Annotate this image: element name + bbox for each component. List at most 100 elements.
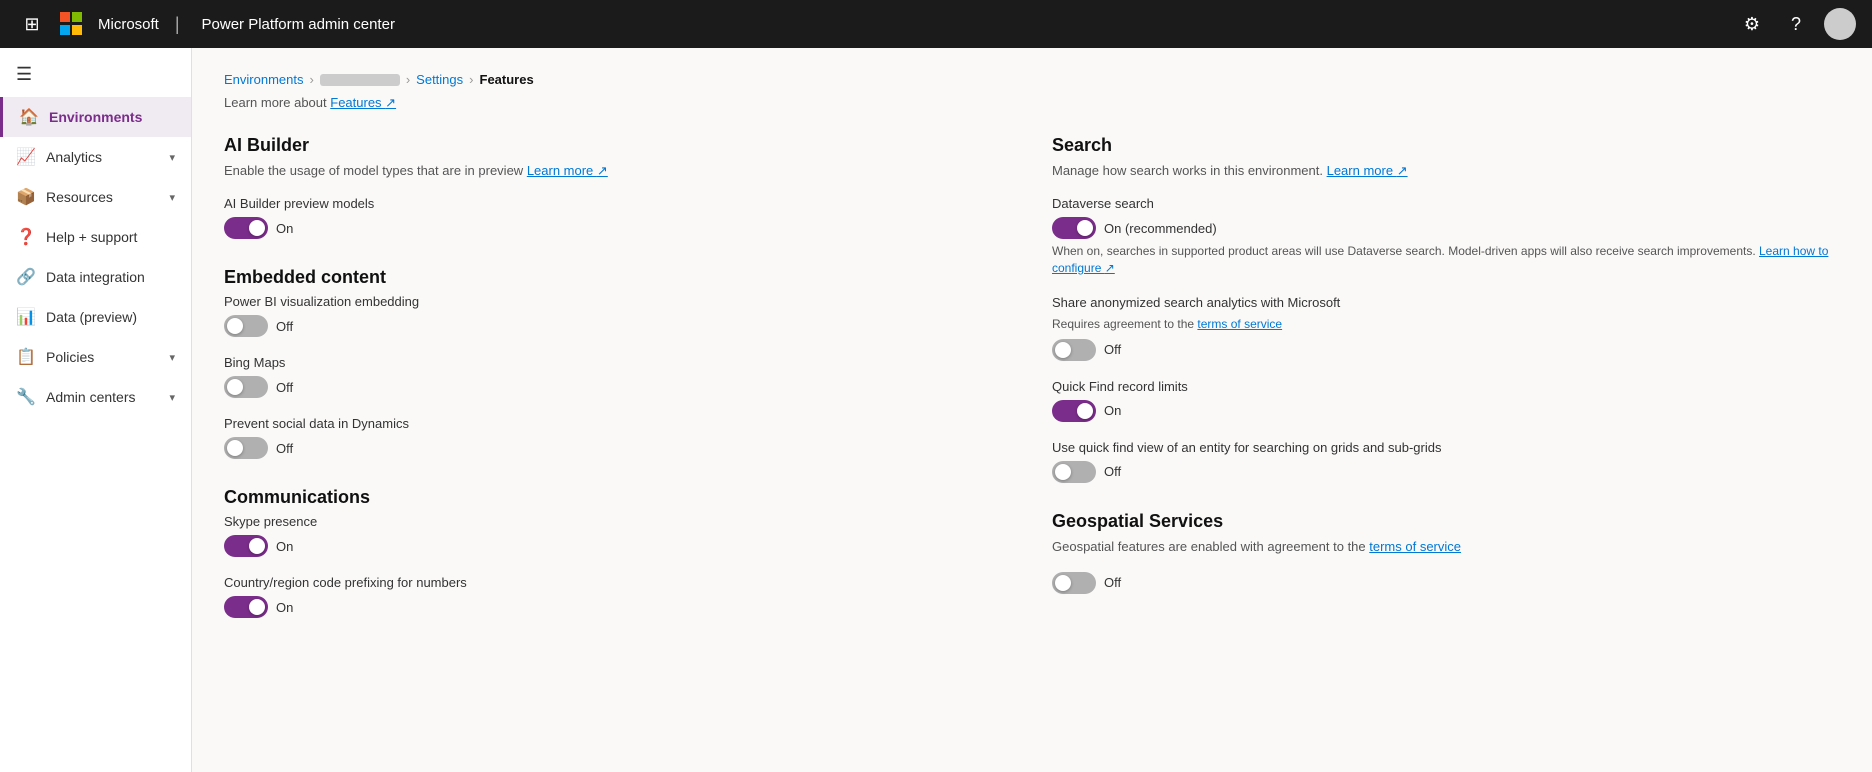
bing-maps-status: Off <box>276 380 293 395</box>
breadcrumb-features: Features <box>480 72 534 87</box>
skype-presence-toggle[interactable] <box>224 535 268 557</box>
ai-builder-preview-status: On <box>276 221 293 236</box>
sidebar-item-data-preview[interactable]: 📊 Data (preview) <box>0 297 191 337</box>
power-bi-embed-toggle[interactable] <box>224 315 268 337</box>
sidebar-item-label: Help + support <box>46 229 137 245</box>
quick-find-view-toggle[interactable] <box>1052 461 1096 483</box>
geospatial-toggle[interactable] <box>1052 572 1096 594</box>
country-code-label: Country/region code prefixing for number… <box>224 575 1012 590</box>
search-section: Search Manage how search works in this e… <box>1052 135 1840 483</box>
sidebar-item-label: Analytics <box>46 149 102 165</box>
data-preview-icon: 📊 <box>16 307 36 327</box>
chevron-down-icon: ▾ <box>169 151 175 164</box>
help-icon[interactable]: ? <box>1780 8 1812 40</box>
learn-more-prefix: Learn more about <box>224 95 327 110</box>
admin-centers-icon: 🔧 <box>16 387 36 407</box>
user-avatar[interactable] <box>1824 8 1856 40</box>
breadcrumb-env-name <box>320 74 400 86</box>
breadcrumb-settings[interactable]: Settings <box>416 72 463 87</box>
dataverse-search-subdesc: When on, searches in supported product a… <box>1052 243 1840 277</box>
country-code-toggle-group: Country/region code prefixing for number… <box>224 575 1012 618</box>
geospatial-section: Geospatial Services Geospatial features … <box>1052 511 1840 594</box>
external-link-icon: ↗ <box>1397 163 1408 178</box>
breadcrumb-environments[interactable]: Environments <box>224 72 303 87</box>
embedded-content-title: Embedded content <box>224 267 1012 288</box>
external-link-icon: ↗ <box>1105 261 1115 275</box>
breadcrumb: Environments › › Settings › Features <box>224 72 1840 87</box>
dataverse-search-status: On (recommended) <box>1104 221 1217 236</box>
power-bi-embed-status: Off <box>276 319 293 334</box>
sidebar-item-label: Resources <box>46 189 113 205</box>
learn-more-row: Learn more about Features ↗ <box>224 95 1840 111</box>
share-search-analytics-toggle-group: Share anonymized search analytics with M… <box>1052 295 1840 361</box>
sidebar-hamburger[interactable]: ☰ <box>0 56 191 97</box>
quick-find-limits-status: On <box>1104 403 1121 418</box>
search-learn-more-link[interactable]: Learn more ↗ <box>1327 163 1408 178</box>
communications-title: Communications <box>224 487 1012 508</box>
geospatial-toggle-group: Off <box>1052 572 1840 594</box>
sidebar-item-policies[interactable]: 📋 Policies ▾ <box>0 337 191 377</box>
sidebar-item-help-support[interactable]: ❓ Help + support <box>0 217 191 257</box>
share-search-analytics-toggle[interactable] <box>1052 339 1096 361</box>
chevron-down-icon: ▾ <box>169 351 175 364</box>
country-code-toggle[interactable] <box>224 596 268 618</box>
ai-builder-preview-toggle-group: AI Builder preview models On <box>224 196 1012 239</box>
terms-of-service-link-1[interactable]: terms of service <box>1197 317 1282 331</box>
prevent-social-label: Prevent social data in Dynamics <box>224 416 1012 431</box>
microsoft-logo <box>60 12 84 36</box>
sidebar-item-data-integration[interactable]: 🔗 Data integration <box>0 257 191 297</box>
share-search-analytics-status: Off <box>1104 342 1121 357</box>
search-desc: Manage how search works in this environm… <box>1052 162 1840 180</box>
main-content: Environments › › Settings › Features Lea… <box>192 48 1872 772</box>
settings-icon[interactable]: ⚙ <box>1736 8 1768 40</box>
ai-builder-desc: Enable the usage of model types that are… <box>224 162 1012 180</box>
data-integration-icon: 🔗 <box>16 267 36 287</box>
search-title: Search <box>1052 135 1840 156</box>
share-search-analytics-sublabel: Requires agreement to the terms of servi… <box>1052 316 1840 333</box>
topbar: ⊞ Microsoft | Power Platform admin cente… <box>0 0 1872 48</box>
help-support-icon: ❓ <box>16 227 36 247</box>
app-name: Power Platform admin center <box>202 16 395 33</box>
quick-find-limits-toggle-group: Quick Find record limits On <box>1052 379 1840 422</box>
sidebar-item-label: Admin centers <box>46 389 135 405</box>
sidebar-item-label: Policies <box>46 349 94 365</box>
sidebar-item-admin-centers[interactable]: 🔧 Admin centers ▾ <box>0 377 191 417</box>
geospatial-title: Geospatial Services <box>1052 511 1840 532</box>
policies-icon: 📋 <box>16 347 36 367</box>
dataverse-search-label: Dataverse search <box>1052 196 1840 211</box>
analytics-icon: 📈 <box>16 147 36 167</box>
learn-how-to-configure-link[interactable]: Learn how to configure ↗ <box>1052 244 1828 275</box>
bing-maps-toggle[interactable] <box>224 376 268 398</box>
sidebar-item-resources[interactable]: 📦 Resources ▾ <box>0 177 191 217</box>
country-code-status: On <box>276 600 293 615</box>
environments-icon: 🏠 <box>19 107 39 127</box>
power-bi-embed-toggle-group: Power BI visualization embedding Off <box>224 294 1012 337</box>
external-link-icon: ↗ <box>385 95 396 110</box>
skype-presence-status: On <box>276 539 293 554</box>
quick-find-limits-label: Quick Find record limits <box>1052 379 1840 394</box>
quick-find-limits-toggle[interactable] <box>1052 400 1096 422</box>
sidebar-item-analytics[interactable]: 📈 Analytics ▾ <box>0 137 191 177</box>
sidebar: ☰ 🏠 Environments 📈 Analytics ▾ 📦 Resourc… <box>0 48 192 772</box>
waffle-icon[interactable]: ⊞ <box>16 8 48 40</box>
quick-find-view-toggle-group: Use quick find view of an entity for sea… <box>1052 440 1840 483</box>
dataverse-search-toggle-group: Dataverse search On (recommended) When o… <box>1052 196 1840 277</box>
sidebar-item-label: Data (preview) <box>46 309 137 325</box>
ai-builder-preview-toggle[interactable] <box>224 217 268 239</box>
dataverse-search-toggle[interactable] <box>1052 217 1096 239</box>
sidebar-item-environments[interactable]: 🏠 Environments <box>0 97 191 137</box>
features-learn-more-link[interactable]: Features ↗ <box>330 95 396 110</box>
microsoft-label: Microsoft <box>98 16 159 33</box>
ai-builder-learn-more-link[interactable]: Learn more ↗ <box>527 163 608 178</box>
settings-columns: AI Builder Enable the usage of model typ… <box>224 135 1840 646</box>
prevent-social-toggle[interactable] <box>224 437 268 459</box>
resources-icon: 📦 <box>16 187 36 207</box>
geospatial-terms-link[interactable]: terms of service <box>1369 539 1461 554</box>
chevron-down-icon: ▾ <box>169 391 175 404</box>
bing-maps-label: Bing Maps <box>224 355 1012 370</box>
communications-section: Communications Skype presence On Country… <box>224 487 1012 618</box>
sidebar-item-label: Environments <box>49 109 142 125</box>
external-link-icon: ↗ <box>597 163 608 178</box>
share-search-analytics-label: Share anonymized search analytics with M… <box>1052 295 1840 310</box>
prevent-social-status: Off <box>276 441 293 456</box>
